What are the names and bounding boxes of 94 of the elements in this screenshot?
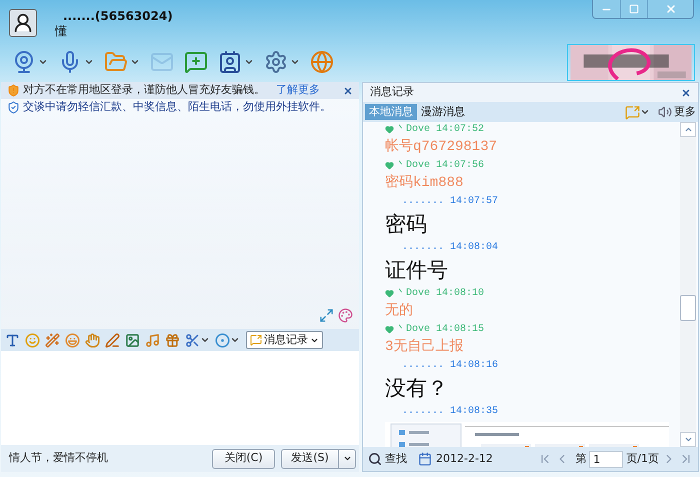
palette-icon[interactable] bbox=[338, 308, 353, 323]
webcam-icon bbox=[12, 50, 36, 74]
message-text: 证件号 bbox=[385, 257, 449, 284]
toolbar-button[interactable] bbox=[264, 48, 300, 76]
caret-icon bbox=[230, 335, 240, 345]
more-button[interactable]: 更多 bbox=[658, 104, 696, 120]
message-text: 3无自己上报 bbox=[385, 338, 464, 357]
gear-icon bbox=[264, 50, 288, 74]
format-button[interactable] bbox=[45, 331, 60, 349]
close-chat-button[interactable]: 关闭(C) bbox=[212, 448, 275, 468]
smiley-icon bbox=[25, 332, 40, 348]
message-plus-icon bbox=[184, 50, 208, 74]
caret-icon bbox=[200, 335, 210, 345]
message-icon bbox=[250, 334, 262, 346]
message-history-button[interactable]: 消息记录 bbox=[246, 331, 323, 349]
format-button[interactable] bbox=[215, 331, 240, 349]
notice-text: 对方不在常用地区登录，谨防他人冒充好友骗钱。 bbox=[23, 82, 265, 98]
format-button[interactable] bbox=[145, 331, 160, 349]
warning-shield-icon bbox=[7, 84, 20, 97]
page-field[interactable]: 1 bbox=[589, 450, 624, 468]
speaker-icon bbox=[658, 105, 672, 119]
scroll-up-button[interactable] bbox=[680, 122, 696, 137]
scissors-icon bbox=[185, 332, 200, 348]
format-button[interactable] bbox=[65, 331, 80, 349]
search-button[interactable]: 查找 bbox=[368, 450, 407, 468]
search-icon bbox=[368, 452, 382, 466]
heart-icon bbox=[385, 124, 394, 134]
close-icon[interactable] bbox=[343, 86, 353, 96]
heart-icon bbox=[385, 288, 394, 298]
message-header: ....... 14:08:35 bbox=[402, 404, 498, 418]
message-header: ....... 14:07:57 bbox=[402, 194, 498, 208]
caret-icon bbox=[290, 57, 300, 67]
status-text: 情人节，爱情不停机 bbox=[9, 450, 109, 466]
contact-status: 懂 bbox=[55, 24, 68, 38]
caret-icon bbox=[84, 57, 94, 67]
mail-icon bbox=[150, 50, 174, 74]
avatar[interactable] bbox=[9, 9, 37, 37]
message-text: 密码 bbox=[385, 211, 428, 238]
contact-name: .......(56563024) bbox=[63, 9, 173, 24]
laughing-face-icon bbox=[65, 332, 80, 348]
gift-icon bbox=[165, 332, 180, 348]
send-button[interactable]: 发送(S) bbox=[281, 448, 339, 468]
message-header: ....... 14:08:16 bbox=[402, 358, 498, 372]
heart-icon bbox=[385, 324, 394, 334]
format-button[interactable] bbox=[105, 331, 120, 349]
format-button[interactable] bbox=[85, 331, 100, 349]
send-options-button[interactable] bbox=[339, 448, 356, 468]
globe-icon bbox=[310, 50, 334, 74]
learn-more-link[interactable]: 了解更多 bbox=[276, 82, 320, 99]
message-header: 丶Dove 14:07:52 bbox=[396, 122, 484, 136]
message-text: 帐号q767298137 bbox=[385, 138, 498, 157]
page-count: 页/1页 bbox=[626, 450, 659, 467]
message-text: 没有？ bbox=[385, 375, 449, 402]
music-note-icon bbox=[145, 332, 160, 348]
calendar-icon bbox=[418, 452, 432, 466]
toolbar-button[interactable] bbox=[218, 48, 254, 76]
info-shield-icon bbox=[7, 101, 20, 114]
font-icon bbox=[5, 332, 20, 348]
format-button[interactable] bbox=[125, 331, 140, 349]
format-button[interactable] bbox=[165, 331, 180, 349]
scroll-thumb[interactable] bbox=[680, 295, 696, 321]
message-header: 丶Dove 14:07:56 bbox=[396, 158, 484, 172]
folder-icon bbox=[104, 50, 128, 74]
image-icon bbox=[125, 332, 140, 348]
caret-icon bbox=[342, 454, 352, 463]
expand-icon[interactable] bbox=[319, 308, 334, 323]
maximize-icon bbox=[629, 4, 639, 14]
pen-icon bbox=[105, 332, 120, 348]
heart-icon bbox=[385, 160, 394, 170]
contact-card-icon bbox=[218, 50, 242, 74]
message-header: ....... 14:08:04 bbox=[402, 240, 498, 254]
panel-title: 消息记录 bbox=[370, 84, 415, 100]
message-input[interactable] bbox=[1, 351, 359, 445]
toolbar-button[interactable] bbox=[12, 48, 48, 76]
message-text: 密码kim888 bbox=[385, 173, 464, 193]
close-icon[interactable] bbox=[681, 88, 691, 98]
scroll-down-button[interactable] bbox=[680, 432, 696, 447]
hand-icon bbox=[85, 332, 100, 348]
caret-icon bbox=[244, 57, 254, 67]
message-header: 丶Dove 14:08:15 bbox=[396, 322, 484, 336]
scrollbar[interactable] bbox=[680, 122, 696, 447]
circle-icon bbox=[215, 332, 230, 348]
message-text: 无的 bbox=[385, 302, 414, 321]
magic-wand-icon bbox=[45, 332, 60, 348]
page-label: 第 bbox=[575, 450, 586, 467]
caret-icon[interactable] bbox=[640, 107, 650, 117]
tab[interactable]: 漫游消息 bbox=[417, 104, 469, 120]
notice-text: 交谈中请勿轻信汇款、中奖信息、陌生电话，勿使用外挂软件。 bbox=[23, 99, 331, 116]
date-button[interactable]: 2012-2-12 bbox=[418, 450, 493, 468]
message-header: 丶Dove 14:08:10 bbox=[396, 286, 484, 300]
close-icon bbox=[664, 3, 676, 15]
caret-icon bbox=[38, 57, 48, 67]
caret-icon bbox=[130, 57, 140, 67]
format-button[interactable] bbox=[185, 331, 210, 349]
